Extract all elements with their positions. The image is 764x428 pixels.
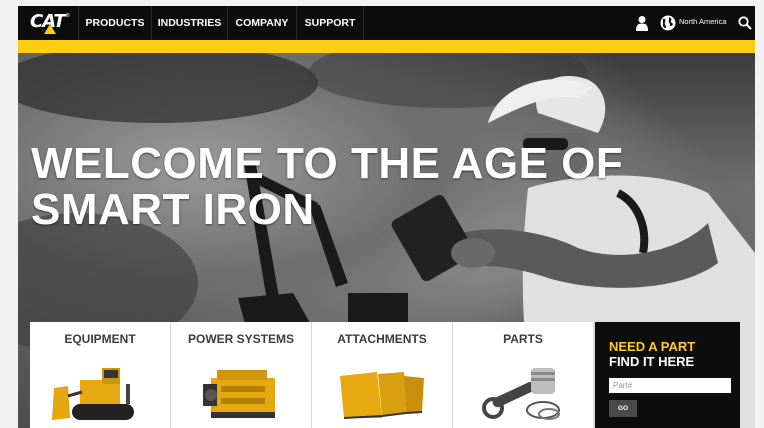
bucket-icon (340, 372, 424, 419)
search-icon[interactable] (738, 16, 752, 30)
nav-item-label: SUPPORT (304, 17, 356, 29)
part-finder: NEED A PART FIND IT HERE GO (595, 322, 740, 428)
card-parts[interactable]: PARTS (453, 322, 594, 428)
headline-line-1: WELCOME TO THE AGE OF (31, 139, 624, 188)
go-button[interactable]: GO (609, 400, 637, 417)
engine-icon (203, 370, 275, 418)
nav-item-label: INDUSTRIES (157, 17, 222, 29)
headline-line-2: SMART IRON (31, 185, 315, 234)
card-power-systems[interactable]: POWER SYSTEMS (171, 322, 312, 428)
cat-logo[interactable]: CAT ® (30, 11, 70, 35)
logo-trademark: ® (66, 13, 70, 19)
nav-item-label: PRODUCTS (85, 17, 145, 29)
card-label: PARTS (503, 332, 543, 346)
part-finder-subtitle: FIND IT HERE (609, 354, 695, 369)
globe-icon[interactable] (660, 15, 676, 31)
card-attachments[interactable]: ATTACHMENTS (312, 322, 453, 428)
nav-item-support[interactable]: SUPPORT (296, 6, 364, 40)
card-label: POWER SYSTEMS (187, 332, 294, 346)
piston-icon (482, 368, 560, 420)
region-selector[interactable]: North America (679, 17, 727, 26)
bulldozer-icon (52, 368, 134, 420)
card-label: ATTACHMENTS (337, 332, 427, 346)
nav-item-company[interactable]: COMPANY (227, 6, 296, 40)
brand-stripe (18, 40, 755, 53)
hero-headline: WELCOME TO THE AGE OF SMART IRON (31, 141, 623, 233)
card-label: EQUIPMENT (64, 332, 136, 346)
nav-item-products[interactable]: PRODUCTS (78, 6, 151, 40)
page-frame: CAT ® PRODUCTS INDUSTRIES COMPANY SUPPOR… (18, 6, 755, 428)
logo-triangle-icon (44, 24, 56, 34)
nav-item-label: COMPANY (235, 17, 289, 29)
top-nav: CAT ® PRODUCTS INDUSTRIES COMPANY SUPPOR… (18, 6, 755, 40)
part-finder-title: NEED A PART (609, 339, 696, 354)
card-equipment[interactable]: EQUIPMENT (30, 322, 171, 428)
user-icon[interactable] (636, 15, 648, 31)
nav-item-industries[interactable]: INDUSTRIES (151, 6, 227, 40)
part-number-input[interactable] (609, 378, 731, 393)
